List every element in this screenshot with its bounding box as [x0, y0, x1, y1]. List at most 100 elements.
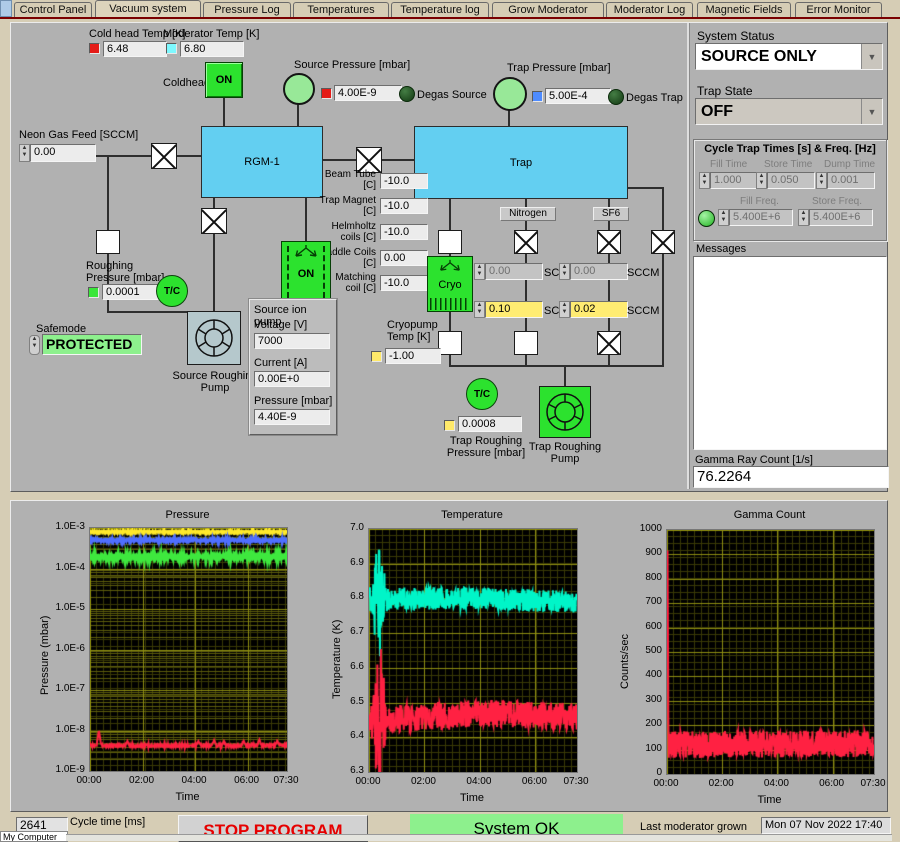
sf6-set-spinner[interactable]: [559, 263, 570, 280]
system-status-dropdown[interactable]: SOURCE ONLY ▼: [695, 43, 883, 70]
vacuum-system-screen: { "tabs": { "items": ["Control Panel","V…: [0, 0, 900, 842]
x-tick-label: 00:00: [355, 776, 381, 787]
tab-temperatures[interactable]: Temperatures: [293, 2, 389, 17]
dump-time-field[interactable]: 0.001: [827, 172, 875, 189]
tab-control-panel[interactable]: Control Panel: [14, 2, 92, 17]
trap-magnet-label: Trap Magnet [C]: [319, 195, 376, 217]
x-tick-label: 06:00: [819, 778, 845, 789]
messages-box: [693, 256, 887, 450]
y-tick-label: 100: [645, 742, 662, 754]
tab-vacuum-system[interactable]: Vacuum system: [95, 0, 201, 18]
n2-actual-field[interactable]: 0.10: [485, 301, 543, 318]
n2-set-spinner[interactable]: [474, 263, 485, 280]
execution-target-value: My Computer: [3, 832, 58, 842]
x-tick-label: 06:00: [521, 776, 547, 787]
system-status-label: System Status: [697, 29, 775, 43]
y-axis-label: Counts/sec: [619, 633, 631, 689]
n2-actual-spinner[interactable]: [474, 301, 485, 318]
tab-moderator-log[interactable]: Moderator Log: [606, 2, 693, 17]
temperature-plot: [368, 528, 578, 773]
n2-set-field[interactable]: 0.00: [485, 263, 543, 280]
degas-trap-label: Degas Trap: [626, 92, 683, 104]
pipe: [626, 187, 664, 189]
fill-freq-spinner[interactable]: [718, 209, 729, 226]
x-tick-label: 02:00: [129, 775, 155, 786]
sf6-lower-valve: [597, 331, 621, 355]
rgm1-label: RGM-1: [244, 156, 280, 168]
trap-state-label: Trap State: [697, 84, 753, 98]
store-freq-field[interactable]: 5.400E+6: [809, 209, 873, 226]
chevron-down-icon[interactable]: ▼: [861, 44, 882, 69]
safemode-field[interactable]: PROTECTED: [42, 334, 142, 355]
tab-temperature-log[interactable]: Temperature log: [391, 2, 489, 17]
x-tick-label: 02:00: [410, 776, 436, 787]
ion-voltage-field: 7000: [254, 333, 330, 349]
fill-time-spinner[interactable]: [699, 172, 710, 189]
trap-pressure-gauge: [493, 77, 527, 111]
x-tick-label: 07:30: [860, 778, 886, 789]
y-tick-label: 6.7: [350, 626, 364, 638]
neon-feed-spinner[interactable]: [19, 144, 30, 162]
cryo-pump-icon[interactable]: Cryo: [427, 256, 473, 312]
source-thermocouple: T/C: [156, 275, 188, 307]
coldhead-on-button[interactable]: ON: [205, 62, 243, 98]
roughing-pressure-indicator: [88, 287, 99, 298]
cold-head-indicator: [89, 43, 100, 54]
fill-time-label: Fill Time: [710, 159, 748, 170]
source-ion-pump-panel: Source ion pump Voltage [V] 7000 Current…: [249, 299, 337, 435]
sf6-valve: [597, 230, 621, 254]
tab-magnetic-fields[interactable]: Magnetic Fields: [697, 2, 791, 17]
trap-state-dropdown[interactable]: OFF ▼: [695, 98, 883, 125]
store-time-field[interactable]: 0.050: [767, 172, 815, 189]
ion-pump-arrows-icon: [295, 245, 317, 257]
dump-time-label: Dump Time: [824, 159, 876, 170]
source-pressure-label: Source Pressure [mbar]: [294, 59, 411, 71]
x-axis-label: Time: [175, 791, 200, 803]
tab-pressure-log[interactable]: Pressure Log: [203, 2, 291, 17]
store-time-spinner[interactable]: [756, 172, 767, 189]
degas-trap-led[interactable]: [608, 89, 624, 105]
tc-label: T/C: [163, 285, 181, 297]
ion-voltage-label: Voltage [V]: [254, 319, 308, 331]
store-freq-spinner[interactable]: [798, 209, 809, 226]
x-tick-label: 04:00: [181, 775, 207, 786]
gamma-plot: [666, 529, 875, 775]
degas-source-led[interactable]: [399, 86, 415, 102]
sf6-actual-field[interactable]: 0.02: [570, 301, 628, 318]
x-tick-label: 04:00: [466, 776, 492, 787]
trap-roughing-pump-icon: [539, 386, 591, 438]
execution-target-selector[interactable]: My Computer: [0, 831, 68, 842]
trap-roughing-indicator: [444, 420, 455, 431]
dump-time-spinner[interactable]: [816, 172, 827, 189]
cryo-hatch: [430, 298, 470, 310]
pipe: [223, 97, 225, 126]
fill-freq-led[interactable]: [698, 210, 715, 227]
safemode-spinner[interactable]: [29, 335, 40, 355]
tab-error-monitor[interactable]: Error Monitor: [795, 2, 882, 17]
nitrogen-valve: [514, 230, 538, 254]
trap-box: Trap: [414, 126, 628, 199]
tab-grow-moderator[interactable]: Grow Moderator: [492, 2, 604, 17]
system-status-value: SOURCE ONLY: [696, 44, 861, 69]
sf6-set-field[interactable]: 0.00: [570, 263, 628, 280]
y-tick-label: 6.8: [350, 591, 364, 603]
moderator-temp-label: Moderator Temp [K]: [163, 28, 260, 40]
trap-state-value: OFF: [696, 99, 861, 124]
y-tick-label: 200: [645, 718, 662, 730]
ion-pump-icon[interactable]: ON: [281, 241, 331, 303]
chart-title: Pressure: [165, 509, 210, 521]
fill-time-field[interactable]: 1.000: [710, 172, 758, 189]
cycle-trap-box: Cycle Trap Times [s] & Freq. [Hz] Fill T…: [693, 139, 887, 241]
roughing-line-valve: [96, 230, 120, 254]
x-tick-label: 07:30: [563, 776, 589, 787]
window-corner-decoration: [0, 0, 12, 17]
messages-label: Messages: [696, 243, 747, 255]
fill-freq-field[interactable]: 5.400E+6: [729, 209, 793, 226]
trap-magnet-field: -10.0: [380, 198, 428, 214]
y-tick-label: 7.0: [350, 522, 364, 533]
sf6-actual-spinner[interactable]: [559, 301, 570, 318]
neon-feed-field[interactable]: 0.00: [30, 144, 96, 162]
chevron-down-icon[interactable]: ▼: [861, 99, 882, 124]
last-moderator-label: Last moderator grown: [640, 821, 747, 833]
rgm1-box: RGM-1: [201, 126, 323, 198]
